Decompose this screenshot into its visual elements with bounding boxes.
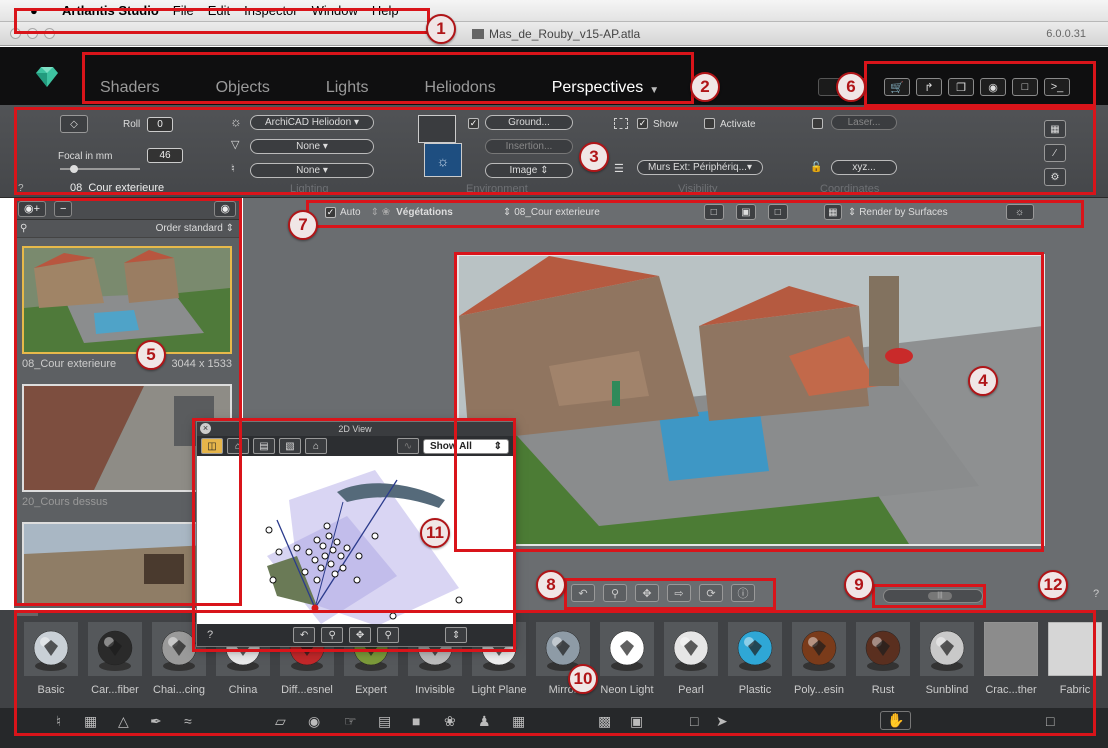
callout-badge-2: 2 — [690, 72, 720, 102]
window-title-text: Mas_de_Rouby_v15-AP.atla — [489, 27, 641, 41]
callout-box-1 — [14, 8, 430, 34]
callout-box-8 — [564, 578, 776, 610]
callout-badge-9: 9 — [844, 570, 874, 600]
callout-box-9 — [872, 584, 986, 608]
callout-badge-6: 6 — [836, 72, 866, 102]
callout-badge-4: 4 — [968, 366, 998, 396]
callout-badge-5: 5 — [136, 340, 166, 370]
artlantis-gem-icon — [36, 67, 58, 87]
callout-badge-3: 3 — [579, 142, 609, 172]
callout-badge-8: 8 — [536, 570, 566, 600]
viewport-help[interactable]: ? — [1093, 588, 1099, 600]
callout-badge-1: 1 — [426, 14, 456, 44]
callout-badge-11: 11 — [420, 518, 450, 548]
callout-badge-12: 12 — [1038, 570, 1068, 600]
callout-box-3 — [14, 107, 1096, 195]
window-title: Mas_de_Rouby_v15-AP.atla — [472, 27, 640, 41]
callout-box-2 — [82, 52, 694, 104]
callout-box-10 — [14, 610, 1096, 736]
callout-box-4 — [454, 252, 1044, 552]
callout-badge-10: 10 — [568, 664, 598, 694]
callout-box-6 — [864, 61, 1096, 107]
version-label: 6.0.0.31 — [1046, 28, 1086, 40]
callout-box-11 — [192, 418, 516, 652]
callout-badge-7: 7 — [288, 210, 318, 240]
document-icon — [472, 29, 484, 39]
callout-box-7 — [306, 200, 1084, 228]
